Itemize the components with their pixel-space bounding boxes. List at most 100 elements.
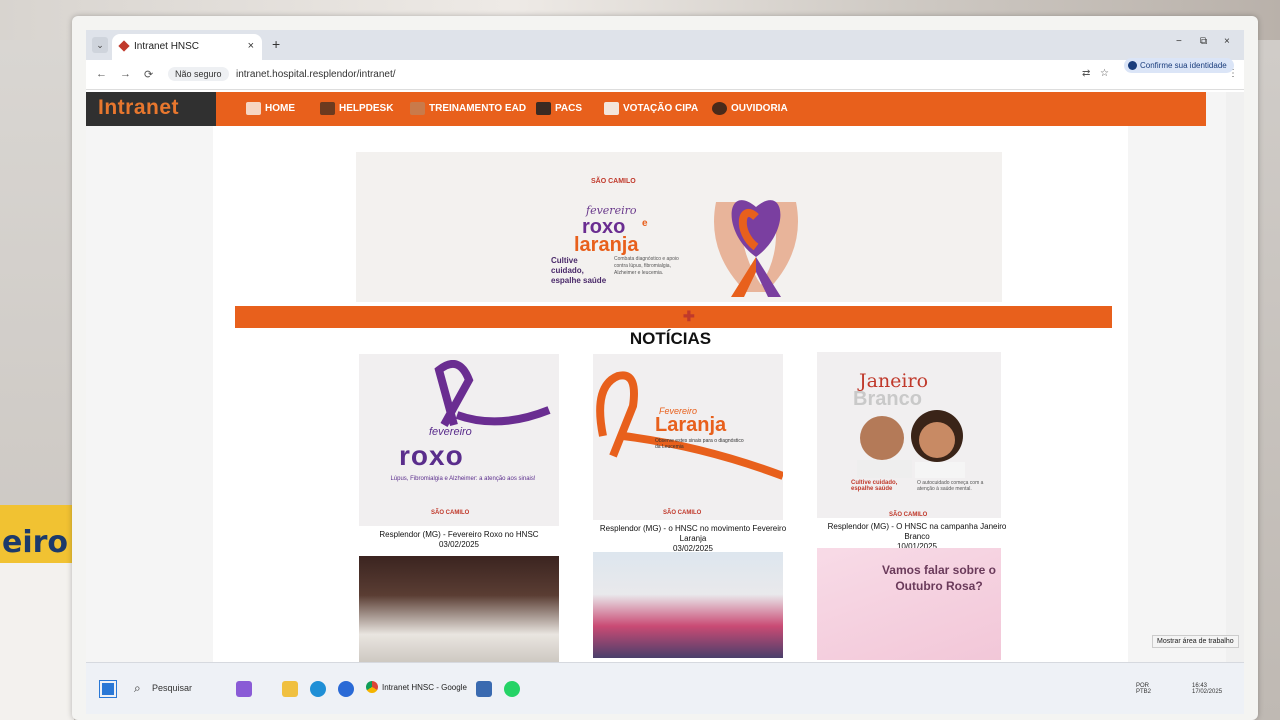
news-image-sub: fevereiro: [429, 426, 472, 438]
clock[interactable]: 16:43 17/02/2025: [1192, 683, 1222, 695]
news-image-title: Laranja: [655, 414, 727, 436]
site-navbar: HOME HELPDESK TREINAMENTO EAD PACS VOTAÇ…: [216, 92, 1206, 126]
news-image-title: Vamos falar sobre o Outubro Rosa?: [881, 563, 997, 593]
people-photo: [857, 410, 965, 478]
news-image-small-text: O autocuidado começa com a atenção à saú…: [917, 480, 984, 492]
news-image-laranja: Fevereiro Laranja Observe estes sinais p…: [593, 354, 783, 520]
nav-helpdesk[interactable]: HELPDESK: [320, 102, 393, 115]
news-heading: NOTÍCIAS: [629, 329, 712, 348]
news-image-line: Observe estes sinais para o diagnóstico …: [655, 438, 744, 450]
news-image-janeiro-branco: Janeiro Branco Cultive cuidado, espalhe …: [817, 352, 1001, 518]
edge-icon[interactable]: [310, 681, 326, 697]
banner-word-laranja: laranja: [574, 234, 639, 256]
nav-helpdesk-label: HELPDESK: [339, 103, 394, 114]
nav-ouvidoria-label: OUVIDORIA: [731, 103, 788, 114]
browser-address-bar: ← → ⟳ Não seguro intranet.hospital.respl…: [86, 60, 1244, 90]
security-indicator[interactable]: Não seguro: [168, 67, 229, 81]
windows-start-icon[interactable]: [99, 680, 117, 698]
logo-text: Intranet: [98, 96, 180, 119]
news-image-slogan: Cultive cuidado, espalhe saúde: [851, 480, 898, 492]
browser-tab-bar: ⌄ Intranet HNSC × + − ⧉ ×: [86, 30, 1244, 60]
news-card-outubro-rosa[interactable]: Vamos falar sobre o Outubro Rosa?: [817, 548, 1017, 660]
news-card-fevereiro-roxo[interactable]: fevereiro roxo Lúpus, Fibromialgia e Alz…: [359, 354, 559, 549]
news-image-auditorium-photo: [359, 556, 559, 662]
clock-date: 17/02/2025: [1192, 689, 1223, 695]
widgets-icon[interactable]: [236, 681, 252, 697]
news-image-title: roxo: [399, 440, 464, 471]
news-card-fevereiro-laranja[interactable]: Fevereiro Laranja Observe estes sinais p…: [593, 354, 793, 553]
nav-pacs-label: PACS: [555, 103, 583, 114]
url-field[interactable]: intranet.hospital.resplendor/intranet/: [236, 69, 396, 80]
new-tab-button[interactable]: +: [272, 36, 280, 52]
app-icon[interactable]: [338, 681, 354, 697]
taskbar-search[interactable]: Pesquisar: [152, 683, 192, 693]
hands-ribbon-illustration: [714, 200, 798, 297]
nav-treinamento-label: TREINAMENTO EAD: [429, 103, 527, 114]
nav-pacs[interactable]: PACS: [536, 102, 582, 115]
search-icon[interactable]: ⌕: [134, 681, 141, 696]
back-icon[interactable]: ←: [96, 68, 107, 80]
page-content: SÃO CAMILO fevereiro roxo e laranja Cult…: [213, 126, 1128, 662]
forward-icon[interactable]: →: [120, 68, 131, 80]
bookmark-icon[interactable]: ☆: [1100, 68, 1109, 79]
banner-brand: SÃO CAMILO: [591, 178, 636, 185]
nav-treinamento-ead[interactable]: TREINAMENTO EAD: [410, 102, 526, 115]
screen: ⌄ Intranet HNSC × + − ⧉ × ← → ⟳ Não segu…: [86, 30, 1244, 714]
page-scrollbar[interactable]: [1226, 92, 1244, 662]
calendar-month-text: eiro: [2, 525, 69, 560]
news-image-brand: SÃO CAMILO: [889, 512, 928, 518]
news-image-brand: SÃO CAMILO: [663, 510, 702, 516]
nav-home[interactable]: HOME: [246, 102, 295, 115]
file-explorer-icon[interactable]: [282, 681, 298, 697]
banner-slogan: Cultive cuidado, espalhe saúde: [551, 256, 607, 285]
nav-votacao-label: VOTAÇÃO CIPA: [623, 103, 699, 114]
news-caption[interactable]: Resplendor (MG) - Fevereiro Roxo no HNSC: [359, 530, 559, 540]
nav-home-label: HOME: [265, 103, 295, 114]
minimize-icon[interactable]: −: [1176, 36, 1182, 47]
banner-conj: e: [642, 218, 648, 229]
news-card-group[interactable]: [593, 552, 793, 658]
pinned-app-icon[interactable]: [476, 681, 492, 697]
favicon-icon: [118, 40, 130, 52]
profile-icon: [1128, 61, 1137, 70]
site-logo[interactable]: Intranet: [86, 92, 216, 126]
news-card-auditorium[interactable]: [359, 556, 559, 662]
whatsapp-icon[interactable]: [504, 681, 520, 697]
taskbar-chrome-app[interactable]: Intranet HNSC - Google: [366, 681, 467, 693]
identity-label: Confirme sua identidade: [1140, 61, 1227, 70]
banner-small-text: Combata diagnóstico e apoio contra lúpus…: [614, 256, 679, 276]
nav-votacao-cipa[interactable]: VOTAÇÃO CIPA: [604, 102, 698, 115]
news-image-line: Lúpus, Fibromialgia e Alzheimer: a atenç…: [390, 476, 536, 482]
news-image-outubro-rosa: Vamos falar sobre o Outubro Rosa?: [817, 548, 1001, 660]
nav-ouvidoria[interactable]: OUVIDORIA: [712, 102, 788, 115]
reload-icon[interactable]: ⟳: [144, 68, 153, 81]
news-image-brand: SÃO CAMILO: [431, 510, 470, 516]
pacs-icon: [536, 102, 551, 115]
tab-intranet[interactable]: Intranet HNSC ×: [112, 34, 262, 60]
news-card-janeiro-branco[interactable]: Janeiro Branco Cultive cuidado, espalhe …: [817, 352, 1017, 551]
close-window-icon[interactable]: ×: [1224, 36, 1230, 47]
ouvidoria-icon: [712, 102, 727, 115]
taskbar-app-label: Intranet HNSC - Google: [382, 683, 467, 692]
tab-list-button[interactable]: ⌄: [92, 37, 108, 53]
news-image-group-photo: [593, 552, 783, 658]
windows-taskbar: ⌕ Pesquisar Intranet HNSC - Google POR P…: [86, 662, 1244, 714]
news-image-roxo: fevereiro roxo Lúpus, Fibromialgia e Alz…: [359, 354, 559, 526]
keyboard-language[interactable]: POR PTB2: [1136, 683, 1151, 695]
training-icon: [410, 102, 425, 115]
chrome-icon: [366, 681, 378, 693]
show-desktop-tooltip: Mostrar área de trabalho: [1152, 635, 1239, 648]
restore-icon[interactable]: ⧉: [1200, 36, 1207, 47]
confirm-identity-button[interactable]: Confirme sua identidade: [1124, 58, 1234, 73]
news-caption[interactable]: Resplendor (MG) - O HNSC na campanha Jan…: [817, 522, 1017, 542]
campaign-banner[interactable]: SÃO CAMILO fevereiro roxo e laranja Cult…: [356, 152, 1002, 302]
translate-icon[interactable]: ⇄: [1082, 68, 1090, 79]
home-icon: [246, 102, 261, 115]
language-line-2: PTB2: [1136, 689, 1152, 695]
close-tab-icon[interactable]: ×: [248, 40, 254, 52]
tab-title: Intranet HNSC: [134, 41, 200, 52]
intranet-site: Intranet HOME HELPDESK TREINAMENTO EAD P…: [86, 92, 1226, 662]
news-caption[interactable]: Resplendor (MG) - o HNSC no movimento Fe…: [593, 524, 793, 544]
cross-icon: ✚: [683, 308, 695, 324]
vote-icon: [604, 102, 619, 115]
